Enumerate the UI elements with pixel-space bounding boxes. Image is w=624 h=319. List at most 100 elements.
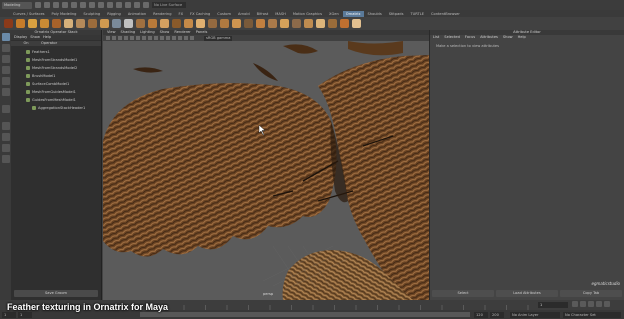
render-icon[interactable] (134, 2, 140, 8)
redo-icon[interactable] (71, 2, 77, 8)
go-to-end-icon[interactable] (604, 301, 610, 307)
shelf-tab-fx[interactable]: FX (176, 11, 187, 17)
viewport-panel[interactable]: View Shading Lighting Show Renderer Pane… (103, 30, 429, 300)
menu-selected[interactable]: Selected (444, 35, 460, 40)
shelf-tab-motion-graphics[interactable]: Motion Graphics (290, 11, 325, 17)
single-perspective-layout-icon[interactable] (1, 122, 10, 130)
color-management-dropdown[interactable]: sRGB gamma (204, 35, 233, 41)
shelf-tool-icon[interactable] (112, 19, 121, 28)
shelf-tool-icon[interactable] (172, 19, 181, 28)
textured-icon[interactable] (160, 36, 164, 40)
shelf-tab-bifrost[interactable]: Bifrost (254, 11, 272, 17)
live-surface-field[interactable]: No Live Surface (152, 2, 186, 8)
shelf-tab-animation[interactable]: Animation (125, 11, 149, 17)
playback-start-field[interactable]: 1 (18, 311, 32, 318)
menu-focus[interactable]: Focus (465, 35, 475, 40)
shelf-tool-icon[interactable] (64, 19, 73, 28)
shelf-tool-icon[interactable] (88, 19, 97, 28)
shelf-tool-icon[interactable] (100, 19, 109, 28)
rotate-tool-icon[interactable] (1, 77, 10, 85)
playback-end-field[interactable]: 120 (474, 311, 488, 318)
operator-item[interactable]: MeshFromGuidesModel1 (11, 88, 101, 96)
shelf-tool-icon[interactable] (316, 19, 325, 28)
shelf-tab-turtle[interactable]: TURTLE (407, 11, 427, 17)
shelf-tool-icon[interactable] (136, 19, 145, 28)
smooth-shade-icon[interactable] (154, 36, 158, 40)
shadows-icon[interactable] (172, 36, 176, 40)
operator-item[interactable]: GuidesFromMeshModel1 (11, 96, 101, 104)
shelf-tool-icon[interactable] (328, 19, 337, 28)
operator-item[interactable]: MeshFromStrandsModel2 (11, 64, 101, 72)
snap-curve-icon[interactable] (116, 2, 122, 8)
save-scene-icon[interactable] (53, 2, 59, 8)
shelf-tool-icon[interactable] (280, 19, 289, 28)
shelf-tool-icon[interactable] (292, 19, 301, 28)
shelf-tool-icon[interactable] (232, 19, 241, 28)
resolution-gate-icon[interactable] (142, 36, 146, 40)
shelf-tab-sculpting[interactable]: Sculpting (80, 11, 103, 17)
shelf-tab-arnold[interactable]: Arnold (235, 11, 253, 17)
four-view-layout-icon[interactable] (1, 133, 10, 141)
outliner-layout-icon[interactable] (1, 155, 10, 163)
menu-show[interactable]: Show (503, 35, 513, 40)
paint-select-icon[interactable] (1, 55, 10, 63)
shelf-tab-ornatrix[interactable]: Ornatrix (342, 10, 364, 17)
menu-display[interactable]: Display (14, 35, 27, 40)
shelf-tool-icon[interactable] (256, 19, 265, 28)
lasso-tool-icon[interactable] (1, 44, 10, 52)
camera-select-icon[interactable] (106, 36, 110, 40)
shelf-tab-contentbrowser[interactable]: ContentBrowser (428, 11, 463, 17)
select-hierarchy-icon[interactable] (80, 2, 86, 8)
shelf-tool-icon[interactable] (220, 19, 229, 28)
shelf-tab-custom[interactable]: Custom (214, 11, 234, 17)
range-track[interactable] (140, 312, 470, 317)
snap-grid-icon[interactable] (107, 2, 113, 8)
ipr-render-icon[interactable] (143, 2, 149, 8)
load-attributes-button[interactable]: Load Attributes (496, 290, 558, 297)
step-back-icon[interactable] (580, 301, 586, 307)
shelf-tool-icon[interactable] (40, 19, 49, 28)
lights-icon[interactable] (166, 36, 170, 40)
shelf-tool-icon[interactable] (160, 19, 169, 28)
operator-item[interactable]: SurfaceCombModel1 (11, 80, 101, 88)
shelf-tool-icon[interactable] (340, 19, 349, 28)
menu-attributes[interactable]: Attributes (480, 35, 498, 40)
menu-list[interactable]: List (433, 35, 439, 40)
shelf-tool-icon[interactable] (268, 19, 277, 28)
step-forward-icon[interactable] (596, 301, 602, 307)
shelf-tool-icon[interactable] (4, 19, 13, 28)
shelf-tab-fx-caching[interactable]: FX Caching (187, 11, 213, 17)
shelf-tab-mash[interactable]: MASH (272, 11, 289, 17)
operator-item[interactable]: Feathers1 (11, 48, 101, 56)
range-end-field[interactable]: 200 (490, 311, 504, 318)
select-object-icon[interactable] (89, 2, 95, 8)
shelf-tool-icon[interactable] (352, 19, 361, 28)
shelf-tab-rendering[interactable]: Rendering (150, 11, 174, 17)
move-tool-icon[interactable] (1, 66, 10, 74)
menu-show[interactable]: Show (30, 35, 40, 40)
snap-point-icon[interactable] (125, 2, 131, 8)
grid-icon[interactable] (130, 36, 134, 40)
shelf-tool-icon[interactable] (304, 19, 313, 28)
ambient-occlusion-icon[interactable] (178, 36, 182, 40)
undo-icon[interactable] (62, 2, 68, 8)
select-button[interactable]: Select (432, 290, 494, 297)
xray-icon[interactable] (184, 36, 188, 40)
image-plane-icon[interactable] (124, 36, 128, 40)
menu-help[interactable]: Help (518, 35, 526, 40)
shelf-tab-stitpads[interactable]: Stitpads (386, 11, 407, 17)
go-to-start-icon[interactable] (572, 301, 578, 307)
shelf-tool-icon[interactable] (148, 19, 157, 28)
mode-selector[interactable]: Modeling (2, 1, 32, 9)
last-tool-icon[interactable] (1, 105, 10, 113)
isolate-select-icon[interactable] (190, 36, 194, 40)
operator-item[interactable]: AggregationStackHeader1 (11, 104, 101, 112)
save-groom-button[interactable]: Save Groom (14, 290, 98, 297)
wireframe-icon[interactable] (148, 36, 152, 40)
shelf-tool-icon[interactable] (16, 19, 25, 28)
operator-item[interactable]: MeshFromStrandsModel1 (11, 56, 101, 64)
current-frame-field[interactable]: 1 (538, 302, 568, 308)
film-gate-icon[interactable] (136, 36, 140, 40)
shelf-tool-icon[interactable] (196, 19, 205, 28)
shelf-tab-rigging[interactable]: Rigging (104, 11, 124, 17)
